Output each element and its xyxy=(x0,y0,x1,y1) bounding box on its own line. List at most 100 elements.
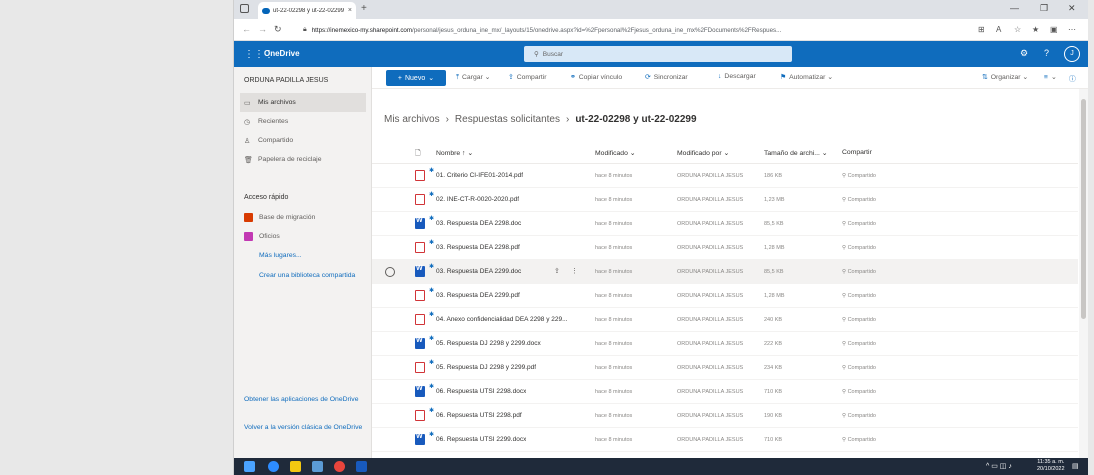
file-row[interactable]: ✱ 04. Anexo confidencialidad DEA 2298 y 2… xyxy=(372,308,1078,332)
row-more-icon[interactable]: ⋮ xyxy=(571,267,578,275)
back-icon[interactable]: ← xyxy=(242,24,251,34)
file-row[interactable]: ✱06. Repsuesta UTSI 2299.docx hace 8 minu… xyxy=(372,428,1078,452)
file-name[interactable]: 03. Respuesta DEA 2299.doc xyxy=(436,268,521,275)
file-name[interactable]: 05. Respuesta DJ 2298 y 2299.docx xyxy=(436,340,541,347)
file-name[interactable]: 03. Respuesta DEA 2299.pdf xyxy=(436,292,520,299)
browser-menu-icon[interactable]: ⋯ xyxy=(1068,25,1076,34)
classic-view-link[interactable]: Volver a la versión clásica de OneDrive xyxy=(244,423,364,432)
file-sharing[interactable]: ⚲ Compartido xyxy=(842,437,876,443)
edge-icon[interactable] xyxy=(268,461,279,472)
search-box[interactable]: ⚲ Buscar xyxy=(524,46,792,62)
file-sharing[interactable]: ⚲ Compartido xyxy=(842,413,876,419)
file-row[interactable]: ✱ 05. Respuesta DJ 2298 y 2299.pdf hace 8 … xyxy=(372,356,1078,380)
collections-icon[interactable]: ▣ xyxy=(1050,25,1058,34)
tab-close-icon[interactable]: × xyxy=(348,7,352,14)
tab-actions-menu-icon[interactable] xyxy=(240,4,249,13)
forward-icon[interactable]: → xyxy=(258,24,267,34)
file-sharing[interactable]: ⚲ Compartido xyxy=(842,389,876,395)
file-modified-by[interactable]: ORDUNA PADILLA JESUS xyxy=(677,245,743,251)
automate-button[interactable]: ⚑ Automatizar ⌄ xyxy=(780,73,833,81)
file-row[interactable]: ✱ 06. Repsuesta UTSI 2298.pdf hace 8 minut… xyxy=(372,404,1078,428)
file-modified-by[interactable]: ORDUNA PADILLA JESUS xyxy=(677,317,743,323)
nav-item-my-files[interactable]: ▭ Mis archivos xyxy=(240,93,366,112)
help-icon[interactable]: ? xyxy=(1044,48,1049,58)
column-modified[interactable]: Modificado ⌄ xyxy=(595,149,635,157)
column-name[interactable]: Nombre ↑ ⌄ xyxy=(436,149,473,157)
file-name[interactable]: 03. Respuesta DEA 2298.pdf xyxy=(436,244,520,251)
download-button[interactable]: ↓ Descargar xyxy=(718,73,756,80)
create-library-link[interactable]: Crear una biblioteca compartida xyxy=(259,272,371,279)
file-name[interactable]: 06. Repsuesta UTSI 2299.docx xyxy=(436,436,526,443)
file-modified-by[interactable]: ORDUNA PADILLA JESUS xyxy=(677,389,743,395)
file-name[interactable]: 02. INE-CT-R-0020-2020.pdf xyxy=(436,196,519,203)
new-tab-button[interactable]: + xyxy=(361,3,367,14)
organize-button[interactable]: ⇅ Organizar ⌄ xyxy=(982,73,1028,81)
row-select-radio[interactable] xyxy=(385,267,395,277)
info-icon[interactable]: ⓘ xyxy=(1069,73,1079,83)
file-modified-by[interactable]: ORDUNA PADILLA JESUS xyxy=(677,197,743,203)
notifications-icon[interactable]: ▤ xyxy=(1072,462,1079,470)
refresh-icon[interactable]: ↻ xyxy=(274,24,282,35)
row-share-icon[interactable]: ⇪ xyxy=(554,267,560,275)
file-sharing[interactable]: ⚲ Compartido xyxy=(842,221,876,227)
app-name[interactable]: OneDrive xyxy=(264,49,300,58)
file-modified-by[interactable]: ORDUNA PADILLA JESUS xyxy=(677,341,743,347)
column-sharing[interactable]: Compartir xyxy=(842,149,872,156)
sync-button[interactable]: ⟳ Sincronizar xyxy=(645,73,688,81)
new-button[interactable]: + Nuevo ⌄ xyxy=(386,70,446,86)
file-sharing[interactable]: ⚲ Compartido xyxy=(842,365,876,371)
file-modified-by[interactable]: ORDUNA PADILLA JESUS xyxy=(677,437,743,443)
file-row[interactable]: ✱03. Respuesta DEA 2299.doc ⇪ ⋮ hace 8 minu… xyxy=(372,260,1078,284)
read-aloud-icon[interactable]: A xyxy=(996,25,1001,34)
quick-access-item-oficios[interactable]: Oficios xyxy=(244,232,280,241)
file-name[interactable]: 01. Criterio CI-IFE01-2014.pdf xyxy=(436,172,523,179)
system-tray-icons[interactable]: ^ ▭ ◫ ♪ xyxy=(986,462,1012,470)
browser-tab[interactable]: ut-22-02298 y ut-22-02299 - On × xyxy=(258,2,356,19)
file-row[interactable]: ✱05. Respuesta DJ 2298 y 2299.docx hace 8… xyxy=(372,332,1078,356)
file-name[interactable]: 05. Respuesta DJ 2298 y 2299.pdf xyxy=(436,364,536,371)
file-explorer-icon[interactable] xyxy=(290,461,301,472)
get-apps-link[interactable]: Obtener las aplicaciones de OneDrive xyxy=(244,395,364,404)
file-row[interactable]: ✱ 03. Respuesta DEA 2299.pdf hace 8 minuto… xyxy=(372,284,1078,308)
nav-item-recycle-bin[interactable]: 🗑︎ Papelera de reciclaje xyxy=(240,150,366,169)
upload-button[interactable]: ⤒ Cargar ⌄ xyxy=(456,73,490,82)
address-bar[interactable]: 🔒︎ https://inemexico-my.sharepoint.com/p… xyxy=(293,23,965,37)
breadcrumb-parent[interactable]: Respuestas solicitantes xyxy=(455,114,560,125)
view-options-button[interactable]: ≡ ⌄ xyxy=(1044,73,1057,81)
file-sharing[interactable]: ⚲ Compartido xyxy=(842,269,876,275)
clock[interactable]: 11:35 a. m. 20/10/2022 xyxy=(1037,459,1065,473)
file-name[interactable]: 06. Respuesta UTSI 2298.docx xyxy=(436,388,526,395)
copy-link-button[interactable]: ⚭ Copiar vínculo xyxy=(570,73,622,81)
file-row[interactable]: ✱ 03. Respuesta DEA 2298.pdf hace 8 minuto… xyxy=(372,236,1078,260)
word-icon[interactable] xyxy=(356,461,367,472)
scrollbar-thumb[interactable] xyxy=(1081,99,1086,319)
avatar[interactable]: J xyxy=(1064,46,1080,62)
quick-access-item-base-migracion[interactable]: Base de migración xyxy=(244,213,315,222)
file-sharing[interactable]: ⚲ Compartido xyxy=(842,341,876,347)
file-sharing[interactable]: ⚲ Compartido xyxy=(842,245,876,251)
file-modified-by[interactable]: ORDUNA PADILLA JESUS xyxy=(677,413,743,419)
file-sharing[interactable]: ⚲ Compartido xyxy=(842,293,876,299)
file-sharing[interactable]: ⚲ Compartido xyxy=(842,197,876,203)
file-modified-by[interactable]: ORDUNA PADILLA JESUS xyxy=(677,293,743,299)
share-button[interactable]: ⇪ Compartir xyxy=(508,73,547,81)
breadcrumb-root[interactable]: Mis archivos xyxy=(384,114,440,125)
file-modified-by[interactable]: ORDUNA PADILLA JESUS xyxy=(677,365,743,371)
file-row[interactable]: ✱ 02. INE-CT-R-0020-2020.pdf hace 8 minuto… xyxy=(372,188,1078,212)
file-row[interactable]: ✱03. Respuesta DEA 2298.doc hace 8 minuto… xyxy=(372,212,1078,236)
column-file-size[interactable]: Tamaño de archi... ⌄ xyxy=(764,149,828,157)
close-window-icon[interactable]: ✕ xyxy=(1068,3,1076,14)
minimize-icon[interactable]: — xyxy=(1010,3,1019,13)
file-modified-by[interactable]: ORDUNA PADILLA JESUS xyxy=(677,269,743,275)
file-sharing[interactable]: ⚲ Compartido xyxy=(842,173,876,179)
file-name[interactable]: 03. Respuesta DEA 2298.doc xyxy=(436,220,521,227)
teams-icon[interactable] xyxy=(312,461,323,472)
nav-item-recent[interactable]: ◷ Recientes xyxy=(240,112,366,131)
app-available-icon[interactable]: ⊞ xyxy=(978,25,985,34)
more-places-link[interactable]: Más lugares... xyxy=(259,252,302,259)
chrome-icon[interactable] xyxy=(334,461,345,472)
column-modified-by[interactable]: Modificado por ⌄ xyxy=(677,149,729,157)
file-modified-by[interactable]: ORDUNA PADILLA JESUS xyxy=(677,173,743,179)
file-name[interactable]: 04. Anexo confidencialidad DEA 2298 y 22… xyxy=(436,316,568,323)
file-name[interactable]: 06. Repsuesta UTSI 2298.pdf xyxy=(436,412,522,419)
